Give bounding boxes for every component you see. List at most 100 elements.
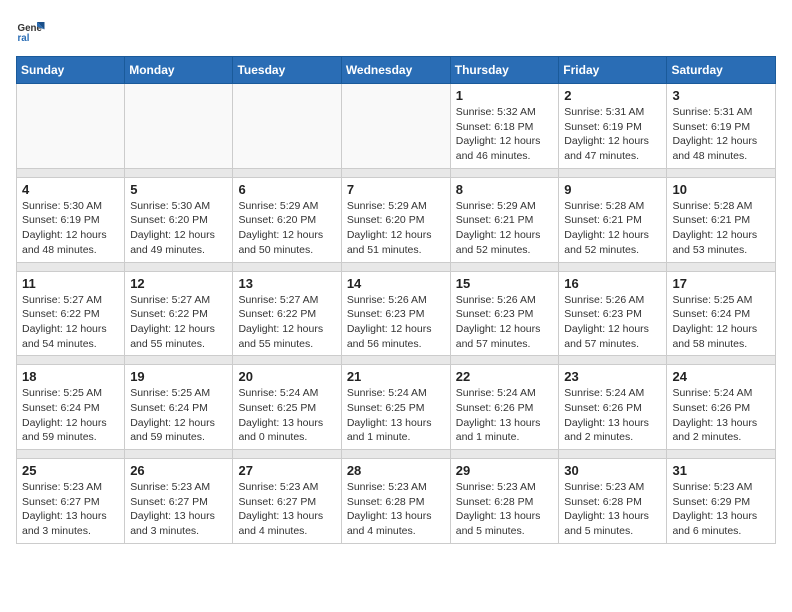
day-cell: 27 Sunrise: 5:23 AM Sunset: 6:27 PM Dayli… bbox=[233, 459, 341, 544]
day-cell: 21 Sunrise: 5:24 AM Sunset: 6:25 PM Dayli… bbox=[341, 365, 450, 450]
row-divider bbox=[17, 168, 776, 177]
logo: Gene ral bbox=[16, 16, 50, 46]
day-number: 1 bbox=[456, 88, 554, 103]
day-info: Sunrise: 5:27 AM Sunset: 6:22 PM Dayligh… bbox=[22, 293, 119, 352]
day-cell: 22 Sunrise: 5:24 AM Sunset: 6:26 PM Dayli… bbox=[450, 365, 559, 450]
day-info: Sunrise: 5:24 AM Sunset: 6:26 PM Dayligh… bbox=[456, 386, 554, 445]
day-info: Sunrise: 5:28 AM Sunset: 6:21 PM Dayligh… bbox=[564, 199, 661, 258]
week-row-4: 18 Sunrise: 5:25 AM Sunset: 6:24 PM Dayli… bbox=[17, 365, 776, 450]
day-number: 13 bbox=[238, 276, 335, 291]
day-info: Sunrise: 5:23 AM Sunset: 6:27 PM Dayligh… bbox=[22, 480, 119, 539]
day-cell: 7 Sunrise: 5:29 AM Sunset: 6:20 PM Daylig… bbox=[341, 177, 450, 262]
day-number: 15 bbox=[456, 276, 554, 291]
day-number: 18 bbox=[22, 369, 119, 384]
day-cell: 31 Sunrise: 5:23 AM Sunset: 6:29 PM Dayli… bbox=[667, 459, 776, 544]
day-info: Sunrise: 5:23 AM Sunset: 6:27 PM Dayligh… bbox=[238, 480, 335, 539]
day-cell bbox=[341, 84, 450, 169]
day-info: Sunrise: 5:26 AM Sunset: 6:23 PM Dayligh… bbox=[564, 293, 661, 352]
day-cell: 23Sunrise: 5:24 AM Sunset: 6:26 PM Dayli… bbox=[559, 365, 667, 450]
day-number: 30 bbox=[564, 463, 661, 478]
day-number: 27 bbox=[238, 463, 335, 478]
day-info: Sunrise: 5:23 AM Sunset: 6:27 PM Dayligh… bbox=[130, 480, 227, 539]
day-number: 17 bbox=[672, 276, 770, 291]
day-number: 10 bbox=[672, 182, 770, 197]
day-info: Sunrise: 5:27 AM Sunset: 6:22 PM Dayligh… bbox=[238, 293, 335, 352]
day-number: 19 bbox=[130, 369, 227, 384]
day-cell: 5Sunrise: 5:30 AM Sunset: 6:20 PM Daylig… bbox=[125, 177, 233, 262]
week-row-3: 11 Sunrise: 5:27 AM Sunset: 6:22 PM Dayli… bbox=[17, 271, 776, 356]
day-number: 21 bbox=[347, 369, 445, 384]
day-cell: 28 Sunrise: 5:23 AM Sunset: 6:28 PM Dayli… bbox=[341, 459, 450, 544]
day-cell: 3 Sunrise: 5:31 AM Sunset: 6:19 PM Daylig… bbox=[667, 84, 776, 169]
weekday-tuesday: Tuesday bbox=[233, 57, 341, 84]
weekday-saturday: Saturday bbox=[667, 57, 776, 84]
day-info: Sunrise: 5:23 AM Sunset: 6:28 PM Dayligh… bbox=[564, 480, 661, 539]
weekday-thursday: Thursday bbox=[450, 57, 559, 84]
day-info: Sunrise: 5:24 AM Sunset: 6:25 PM Dayligh… bbox=[347, 386, 445, 445]
day-cell: 12 Sunrise: 5:27 AM Sunset: 6:22 PM Dayli… bbox=[125, 271, 233, 356]
day-info: Sunrise: 5:29 AM Sunset: 6:21 PM Dayligh… bbox=[456, 199, 554, 258]
day-number: 31 bbox=[672, 463, 770, 478]
day-cell bbox=[233, 84, 341, 169]
day-info: Sunrise: 5:26 AM Sunset: 6:23 PM Dayligh… bbox=[347, 293, 445, 352]
logo-icon: Gene ral bbox=[16, 16, 46, 46]
day-info: Sunrise: 5:25 AM Sunset: 6:24 PM Dayligh… bbox=[22, 386, 119, 445]
day-info: Sunrise: 5:30 AM Sunset: 6:19 PM Dayligh… bbox=[22, 199, 119, 258]
day-info: Sunrise: 5:28 AM Sunset: 6:21 PM Dayligh… bbox=[672, 199, 770, 258]
week-row-2: 4 Sunrise: 5:30 AM Sunset: 6:19 PM Daylig… bbox=[17, 177, 776, 262]
day-number: 25 bbox=[22, 463, 119, 478]
day-cell: 11 Sunrise: 5:27 AM Sunset: 6:22 PM Dayli… bbox=[17, 271, 125, 356]
day-cell: 8Sunrise: 5:29 AM Sunset: 6:21 PM Daylig… bbox=[450, 177, 559, 262]
day-info: Sunrise: 5:31 AM Sunset: 6:19 PM Dayligh… bbox=[672, 105, 770, 164]
day-cell: 25 Sunrise: 5:23 AM Sunset: 6:27 PM Dayli… bbox=[17, 459, 125, 544]
day-number: 22 bbox=[456, 369, 554, 384]
day-cell: 16 Sunrise: 5:26 AM Sunset: 6:23 PM Dayli… bbox=[559, 271, 667, 356]
day-number: 28 bbox=[347, 463, 445, 478]
week-row-5: 25 Sunrise: 5:23 AM Sunset: 6:27 PM Dayli… bbox=[17, 459, 776, 544]
day-info: Sunrise: 5:23 AM Sunset: 6:28 PM Dayligh… bbox=[347, 480, 445, 539]
day-cell: 20 Sunrise: 5:24 AM Sunset: 6:25 PM Dayli… bbox=[233, 365, 341, 450]
day-info: Sunrise: 5:29 AM Sunset: 6:20 PM Dayligh… bbox=[347, 199, 445, 258]
day-cell: 1 Sunrise: 5:32 AM Sunset: 6:18 PM Daylig… bbox=[450, 84, 559, 169]
day-number: 7 bbox=[347, 182, 445, 197]
day-number: 20 bbox=[238, 369, 335, 384]
day-info: Sunrise: 5:24 AM Sunset: 6:26 PM Dayligh… bbox=[564, 386, 661, 445]
day-number: 29 bbox=[456, 463, 554, 478]
day-info: Sunrise: 5:32 AM Sunset: 6:18 PM Dayligh… bbox=[456, 105, 554, 164]
day-cell: 6 Sunrise: 5:29 AM Sunset: 6:20 PM Daylig… bbox=[233, 177, 341, 262]
week-row-1: 1 Sunrise: 5:32 AM Sunset: 6:18 PM Daylig… bbox=[17, 84, 776, 169]
row-divider bbox=[17, 262, 776, 271]
day-number: 4 bbox=[22, 182, 119, 197]
day-number: 24 bbox=[672, 369, 770, 384]
day-cell: 30 Sunrise: 5:23 AM Sunset: 6:28 PM Dayli… bbox=[559, 459, 667, 544]
row-divider bbox=[17, 450, 776, 459]
weekday-sunday: Sunday bbox=[17, 57, 125, 84]
weekday-header-row: SundayMondayTuesdayWednesdayThursdayFrid… bbox=[17, 57, 776, 84]
weekday-wednesday: Wednesday bbox=[341, 57, 450, 84]
day-cell: 13 Sunrise: 5:27 AM Sunset: 6:22 PM Dayli… bbox=[233, 271, 341, 356]
day-number: 12 bbox=[130, 276, 227, 291]
day-number: 16 bbox=[564, 276, 661, 291]
day-cell: 15Sunrise: 5:26 AM Sunset: 6:23 PM Dayli… bbox=[450, 271, 559, 356]
calendar-table: SundayMondayTuesdayWednesdayThursdayFrid… bbox=[16, 56, 776, 544]
day-number: 14 bbox=[347, 276, 445, 291]
day-cell: 17Sunrise: 5:25 AM Sunset: 6:24 PM Dayli… bbox=[667, 271, 776, 356]
day-info: Sunrise: 5:31 AM Sunset: 6:19 PM Dayligh… bbox=[564, 105, 661, 164]
day-info: Sunrise: 5:24 AM Sunset: 6:25 PM Dayligh… bbox=[238, 386, 335, 445]
day-info: Sunrise: 5:30 AM Sunset: 6:20 PM Dayligh… bbox=[130, 199, 227, 258]
day-number: 6 bbox=[238, 182, 335, 197]
day-info: Sunrise: 5:23 AM Sunset: 6:29 PM Dayligh… bbox=[672, 480, 770, 539]
day-info: Sunrise: 5:29 AM Sunset: 6:20 PM Dayligh… bbox=[238, 199, 335, 258]
day-number: 3 bbox=[672, 88, 770, 103]
day-number: 26 bbox=[130, 463, 227, 478]
day-cell: 2Sunrise: 5:31 AM Sunset: 6:19 PM Daylig… bbox=[559, 84, 667, 169]
day-cell bbox=[125, 84, 233, 169]
day-cell: 19 Sunrise: 5:25 AM Sunset: 6:24 PM Dayli… bbox=[125, 365, 233, 450]
day-info: Sunrise: 5:25 AM Sunset: 6:24 PM Dayligh… bbox=[130, 386, 227, 445]
day-info: Sunrise: 5:27 AM Sunset: 6:22 PM Dayligh… bbox=[130, 293, 227, 352]
weekday-monday: Monday bbox=[125, 57, 233, 84]
day-number: 11 bbox=[22, 276, 119, 291]
day-cell: 29Sunrise: 5:23 AM Sunset: 6:28 PM Dayli… bbox=[450, 459, 559, 544]
day-info: Sunrise: 5:24 AM Sunset: 6:26 PM Dayligh… bbox=[672, 386, 770, 445]
day-cell: 24 Sunrise: 5:24 AM Sunset: 6:26 PM Dayli… bbox=[667, 365, 776, 450]
